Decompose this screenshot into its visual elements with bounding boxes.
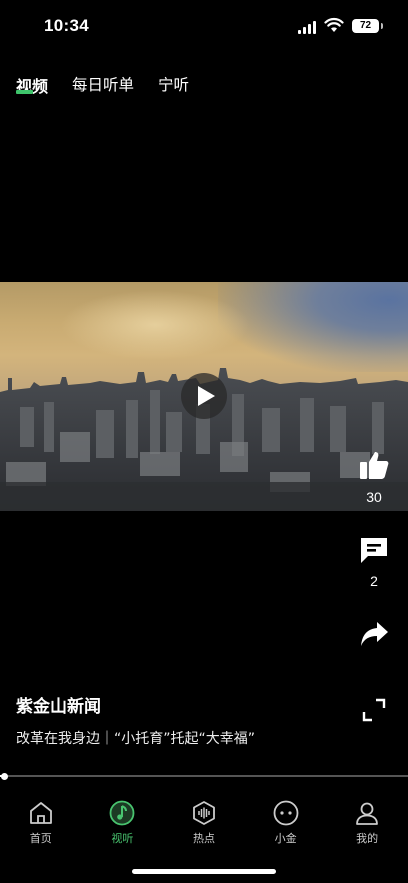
progress-thumb[interactable] bbox=[1, 772, 9, 780]
status-time: 10:34 bbox=[44, 16, 89, 35]
video-headline: 改革在我身边｜“小托育”托起“大幸福” bbox=[16, 731, 256, 747]
profile-icon bbox=[356, 802, 379, 825]
share-arrow-icon bbox=[361, 622, 388, 646]
nav-profile[interactable]: 我的 bbox=[326, 796, 408, 856]
play-button[interactable] bbox=[181, 373, 227, 419]
fullscreen-button[interactable] bbox=[351, 698, 397, 726]
wifi-icon bbox=[324, 17, 344, 32]
nav-home-label: 首页 bbox=[29, 832, 52, 845]
nav-profile-label: 我的 bbox=[356, 832, 379, 845]
tab-video[interactable]: 视频 bbox=[16, 73, 48, 97]
home-icon bbox=[29, 802, 52, 824]
like-count: 30 bbox=[366, 489, 382, 505]
cellular-signal-icon bbox=[298, 20, 320, 34]
video-progress-bar[interactable] bbox=[0, 772, 408, 780]
fullscreen-icon bbox=[362, 698, 386, 722]
hot-topics-icon bbox=[193, 801, 215, 825]
nav-audio-video-label: 视听 bbox=[111, 832, 134, 845]
comment-icon bbox=[361, 538, 387, 563]
like-action[interactable]: 30 bbox=[351, 449, 397, 505]
home-indicator[interactable] bbox=[132, 869, 276, 874]
music-note-icon bbox=[109, 800, 135, 826]
nav-audio-video[interactable]: 视听 bbox=[82, 796, 164, 856]
tab-ningting[interactable]: 宁听 bbox=[158, 73, 189, 97]
battery-indicator: 72 bbox=[352, 19, 383, 33]
tab-daily-playlist[interactable]: 每日听单 bbox=[72, 73, 134, 97]
channel-name[interactable]: 紫金山新闻 bbox=[16, 692, 101, 717]
nav-hot-topics[interactable]: 热点 bbox=[163, 796, 245, 856]
nav-hot-topics-label: 热点 bbox=[192, 832, 215, 845]
bottom-nav: 首页 视听 热点 小金 我的 bbox=[0, 796, 408, 856]
comment-action[interactable]: 2 bbox=[351, 535, 397, 589]
assistant-face-icon bbox=[273, 800, 298, 826]
status-bar: 10:34 72 bbox=[0, 0, 408, 54]
comment-count: 2 bbox=[370, 573, 378, 589]
thumbs-up-icon bbox=[360, 452, 389, 479]
play-icon bbox=[198, 386, 215, 406]
nav-home[interactable]: 首页 bbox=[0, 796, 82, 856]
share-action[interactable] bbox=[351, 620, 397, 652]
nav-xiaojin[interactable]: 小金 bbox=[245, 796, 327, 856]
top-tabs: 视频 每日听单 宁听 bbox=[16, 73, 213, 97]
video-player[interactable] bbox=[0, 282, 408, 511]
nav-xiaojin-label: 小金 bbox=[274, 832, 297, 845]
